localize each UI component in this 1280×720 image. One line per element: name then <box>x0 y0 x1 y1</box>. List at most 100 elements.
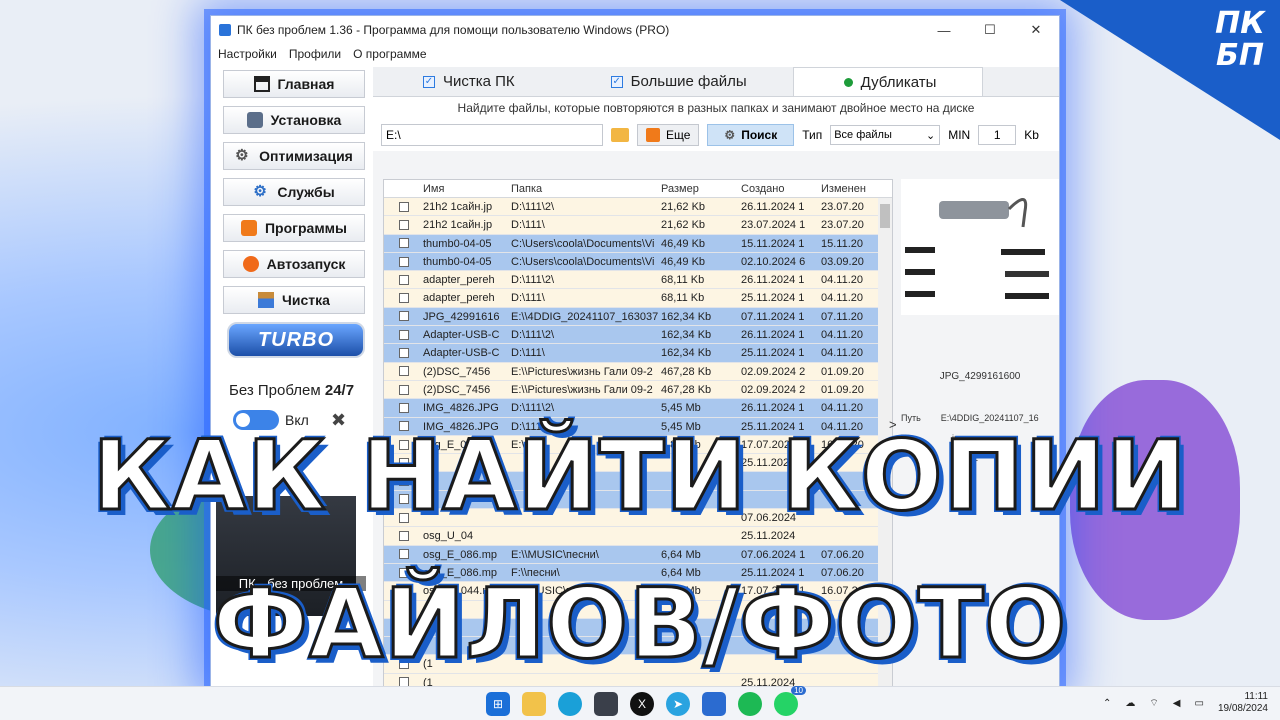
sidebar-item-label: Главная <box>277 76 335 92</box>
explorer-icon[interactable] <box>522 692 546 716</box>
start-icon[interactable]: ⊞ <box>486 692 510 716</box>
checkbox[interactable] <box>398 274 409 285</box>
cell-size: 162,34 Kb <box>661 329 712 342</box>
checkbox[interactable] <box>398 219 409 230</box>
checkbox[interactable] <box>398 256 409 267</box>
row-checkbox[interactable] <box>384 308 420 325</box>
table-row[interactable]: Adapter-USB-C D:\111\2\ 162,34 Kb 26.11.202… <box>384 326 892 345</box>
cell-folder: D:\111\2\ <box>511 201 555 213</box>
table-row[interactable]: adapter_pereh D:\111\2\ 68,11 Kb 26.11.2024… <box>384 271 892 290</box>
column-header[interactable]: Изменен <box>818 180 878 197</box>
row-checkbox[interactable] <box>384 363 420 380</box>
whatsapp-icon[interactable]: 10 <box>774 686 806 716</box>
table-row[interactable]: Adapter-USB-C D:\111\ 162,34 Kb 25.11.2024 … <box>384 344 892 363</box>
tab-large-files[interactable]: ✓ Большие файлы <box>561 67 793 96</box>
checkbox[interactable] <box>398 384 409 395</box>
cell-modified: 15.11.20 <box>821 237 864 250</box>
checkbox[interactable] <box>398 201 409 212</box>
cell-modified: 04.11.20 <box>821 347 864 360</box>
wifi-icon[interactable]: ⌔ <box>1149 697 1158 710</box>
row-checkbox[interactable] <box>384 399 420 416</box>
checkbox[interactable] <box>398 348 409 359</box>
sidebar-item-install[interactable]: Установка <box>223 106 365 134</box>
table-row[interactable]: JPG_42991616 E:\\4DDIG_20241107_163037 162… <box>384 307 892 327</box>
sidebar-item-home[interactable]: Главная <box>223 70 365 98</box>
more-button[interactable]: Еще <box>637 124 700 146</box>
column-header[interactable]: Папка <box>508 180 658 197</box>
edge-icon[interactable] <box>558 692 582 716</box>
table-row[interactable]: thumb0-04-05 C:\Users\coola\Documents\Vi 4… <box>384 234 892 253</box>
column-header[interactable]: Создано <box>738 180 818 197</box>
menu-profiles[interactable]: Профили <box>289 47 341 61</box>
sidebar-item-services[interactable]: ⚙ Службы <box>223 178 365 206</box>
sidebar-item-programs[interactable]: Программы <box>223 214 365 242</box>
checkbox[interactable] <box>398 366 409 377</box>
scrollbar-thumb[interactable] <box>880 204 890 228</box>
row-checkbox[interactable] <box>384 326 420 343</box>
maximize-button[interactable]: ☐ <box>967 16 1013 44</box>
x-icon[interactable]: X <box>630 692 654 716</box>
row-checkbox[interactable] <box>384 344 420 361</box>
sidebar-item-cleanup[interactable]: Чистка <box>223 286 365 314</box>
home-icon <box>253 76 270 92</box>
telegram-icon[interactable]: ➤ <box>666 692 690 716</box>
chevron-up-icon[interactable]: ⌃ <box>1103 698 1111 709</box>
close-button[interactable]: ✕ <box>1013 16 1059 44</box>
checkbox[interactable] <box>398 238 409 249</box>
table-row[interactable]: 21h2 1сайн.jp D:\111\ 21,62 Kb 23.07.2024 1… <box>384 216 892 235</box>
column-header[interactable]: Размер <box>658 180 738 197</box>
cell-size: 162,34 Kb <box>661 310 712 323</box>
row-checkbox[interactable] <box>384 271 420 288</box>
row-checkbox[interactable] <box>384 216 420 233</box>
row-checkbox[interactable] <box>384 381 420 398</box>
table-row[interactable]: (2)DSC_7456 E:\\Pictures\жизнь Гали 09-2 4… <box>384 380 892 400</box>
minimize-button[interactable]: — <box>921 16 967 44</box>
folder-icon[interactable] <box>611 128 629 142</box>
tab-cleanup[interactable]: ✓ Чистка ПК <box>373 67 561 96</box>
cell-size: 6,64 Mb <box>661 548 701 561</box>
table-row[interactable]: osg_E_086.mp E:\\MUSIC\песни\ 6,64 Mb 07.06… <box>384 545 892 564</box>
tab-bar: ✓ Чистка ПК ✓ Большие файлы Дубликаты <box>373 67 1059 97</box>
volume-icon[interactable]: ◀ <box>1173 698 1181 709</box>
row-checkbox[interactable] <box>384 546 420 563</box>
battery-icon[interactable]: ▭ <box>1194 698 1203 709</box>
checkbox[interactable] <box>398 311 409 322</box>
checkbox[interactable] <box>398 549 409 560</box>
column-header[interactable]: Имя <box>420 180 508 197</box>
row-checkbox[interactable] <box>384 289 420 306</box>
cloud-icon[interactable]: ☁ <box>1125 698 1135 709</box>
cell-modified: 04.11.20 <box>821 402 864 415</box>
table-row[interactable]: thumb0-04-05 C:\Users\coola\Documents\Vi 4… <box>384 252 892 272</box>
path-input[interactable] <box>381 124 603 146</box>
menu-about[interactable]: О программе <box>353 47 426 61</box>
checkbox[interactable] <box>398 329 409 340</box>
checkbox[interactable] <box>398 293 409 304</box>
cell-folder: D:\111\2\ <box>511 329 555 342</box>
store-icon[interactable] <box>594 692 618 716</box>
outlook-icon[interactable] <box>702 692 726 716</box>
cell-created: 07.11.2024 1 <box>741 310 805 323</box>
row-checkbox[interactable] <box>384 253 420 270</box>
app-icon <box>219 24 231 36</box>
headline-line2: ФАЙЛОВ/ФОТО <box>211 567 1068 682</box>
tab-duplicates[interactable]: Дубликаты <box>792 67 984 96</box>
spotify-icon[interactable] <box>738 692 762 716</box>
checkbox[interactable] <box>398 402 409 413</box>
checkbox[interactable] <box>398 530 409 541</box>
table-row[interactable]: (2)DSC_7456 E:\\Pictures\жизнь Гали 09-2 4… <box>384 362 892 381</box>
table-row[interactable]: IMG_4826.JPG D:\111\2\ 5,45 Mb 26.11.2024 1… <box>384 399 892 418</box>
menu-settings[interactable]: Настройки <box>218 47 277 61</box>
sidebar-item-optimize[interactable]: ⚙ Оптимизация <box>223 142 365 170</box>
tab-label: Чистка ПК <box>443 73 515 90</box>
table-row[interactable]: adapter_pereh D:\111\ 68,11 Kb 25.11.2024 1… <box>384 289 892 308</box>
row-checkbox[interactable] <box>384 198 420 215</box>
turbo-button[interactable]: TURBO <box>227 322 365 358</box>
table-row[interactable]: 21h2 1сайн.jp D:\111\2\ 21,62 Kb 26.11.2024… <box>384 198 892 217</box>
clock[interactable]: 11:11 19/08/2024 <box>1218 691 1268 715</box>
search-button[interactable]: ⚙ Поиск <box>707 124 795 146</box>
row-checkbox[interactable] <box>384 235 420 252</box>
type-select[interactable]: Все файлы ⌄ <box>830 125 941 145</box>
min-size-input[interactable]: 1 <box>978 125 1017 145</box>
cell-created: 26.11.2024 1 <box>741 402 805 415</box>
sidebar-item-autostart[interactable]: Автозапуск <box>223 250 365 278</box>
